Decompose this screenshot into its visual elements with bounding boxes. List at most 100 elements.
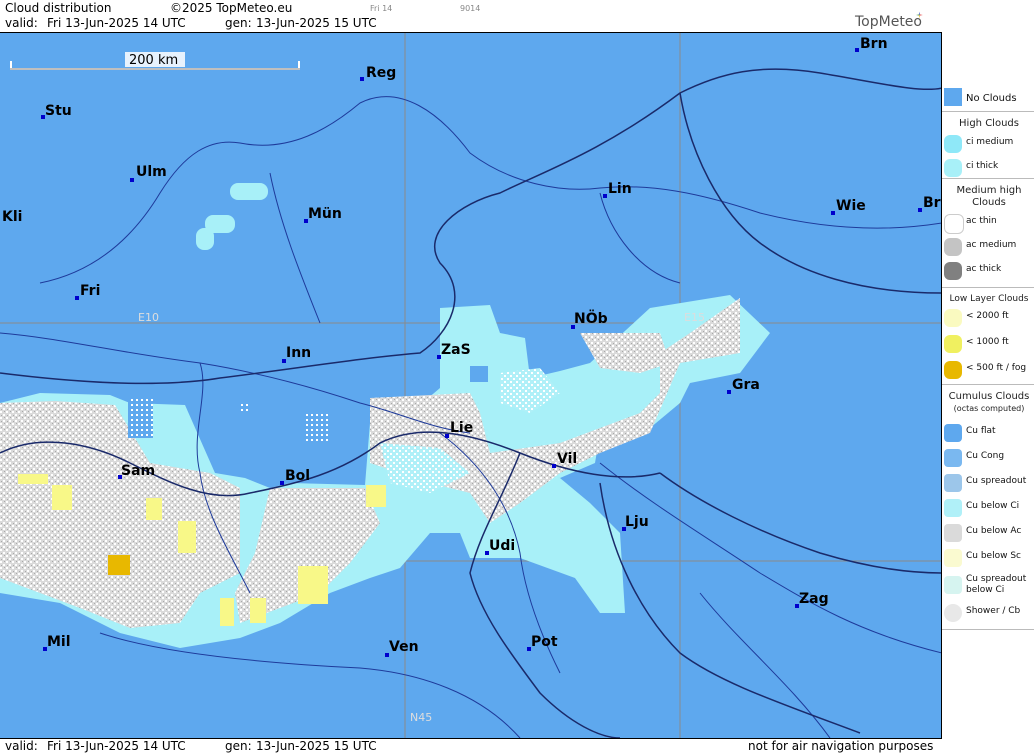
cu-spreadout-label: Cu spreadout — [966, 476, 1027, 486]
gen-value: 13-Jun-2025 15 UTC — [256, 16, 377, 30]
cu-subtitle: (octas computed) — [953, 404, 1025, 413]
footer-valid-label: valid: — [5, 739, 38, 753]
tab-day[interactable]: Fri 14 — [370, 4, 392, 13]
legend-medium: Medium high Clouds ac thin ac medium ac … — [942, 180, 1034, 288]
road-label-e10: E10 — [138, 311, 159, 324]
city-kli[interactable]: Kli — [2, 209, 22, 225]
city-mil[interactable]: Mil — [43, 634, 71, 651]
city-lju[interactable]: Lju — [622, 514, 649, 531]
low-500-label: < 500 ft / fog — [966, 363, 1027, 373]
road-label-e15: E15 — [684, 311, 705, 324]
svg-text:Mil: Mil — [47, 634, 71, 650]
brand-logo-text: TopMeteo — [855, 14, 922, 30]
city-udi[interactable]: Udi — [485, 538, 515, 555]
low-1000-label: < 1000 ft — [966, 337, 1009, 347]
footer-gen-value: 13-Jun-2025 15 UTC — [256, 739, 377, 753]
disclaimer: not for air navigation purposes — [748, 739, 934, 753]
legend-no-clouds: No Clouds — [942, 86, 1034, 112]
low-2000-label: < 2000 ft — [966, 311, 1009, 321]
legend-cu-spreadout-below-ci: Cu spreadout below Ci — [942, 572, 1034, 600]
map-title: Cloud distribution — [5, 1, 112, 15]
svg-text:NÖb: NÖb — [574, 309, 608, 327]
low-1000-swatch — [944, 335, 962, 353]
ac-thin-label: ac thin — [966, 216, 997, 226]
gen-label: gen: — [225, 16, 252, 30]
legend-ac-thick: ac thick — [942, 260, 1034, 282]
cu-spreadout-below-ci-label: Cu spreadout below Ci — [966, 574, 1027, 595]
legend-ac-thin: ac thin — [942, 212, 1034, 234]
legend-cu-spreadout: Cu spreadout — [942, 472, 1034, 494]
ac-medium-swatch — [944, 238, 962, 256]
cu-below-sc-swatch — [944, 549, 962, 567]
legend-cu-flat: Cu flat — [942, 422, 1034, 444]
legend-cu-cong: Cu Cong — [942, 447, 1034, 469]
svg-text:Mün: Mün — [308, 206, 342, 222]
svg-text:Lin: Lin — [608, 181, 632, 197]
city-lie[interactable]: Lie — [445, 420, 473, 438]
compass-logo-icon — [916, 11, 923, 19]
legend-cu-below-ci: Cu below Ci — [942, 497, 1034, 519]
svg-text:Lie: Lie — [450, 420, 473, 436]
svg-text:Br: Br — [923, 195, 941, 211]
cu-below-ac-swatch — [944, 524, 962, 542]
medium-title: Medium high Clouds — [956, 185, 1022, 208]
ac-thick-swatch — [944, 262, 962, 280]
legend-low-500: < 500 ft / fog — [942, 359, 1034, 381]
city-reg[interactable]: Reg — [360, 65, 396, 81]
copyright: ©2025 TopMeteo.eu — [170, 1, 293, 15]
city-lin[interactable]: Lin — [603, 181, 632, 198]
cu-below-ci-label: Cu below Ci — [966, 501, 1020, 511]
legend-shower-cb: Shower / Cb — [942, 602, 1034, 624]
low-500-swatch — [944, 361, 962, 379]
valid-value: Fri 13-Jun-2025 14 UTC — [47, 16, 186, 30]
city-zas[interactable]: ZaS — [437, 342, 471, 359]
city-ven[interactable]: Ven — [385, 639, 419, 657]
cu-flat-swatch — [944, 424, 962, 442]
ci-medium-swatch — [944, 135, 962, 153]
svg-text:Sam: Sam — [121, 463, 155, 479]
low-title: Low Layer Clouds — [949, 294, 1029, 304]
city-stu[interactable]: Stu — [41, 103, 72, 119]
svg-text:Udi: Udi — [489, 538, 515, 554]
legend-ci-medium: ci medium — [942, 133, 1034, 155]
legend-cumulus: Cumulus Clouds (octas computed) Cu flat … — [942, 386, 1034, 630]
cu-title: Cumulus Clouds — [948, 391, 1030, 402]
cloud-map[interactable]: E10 E15 N45 200 km Brn Reg Stu Ulm Lin W… — [0, 33, 942, 738]
cu-below-sc-label: Cu below Sc — [966, 551, 1021, 561]
shower-cb-label: Shower / Cb — [966, 606, 1021, 616]
svg-text:Vil: Vil — [557, 451, 577, 467]
city-wie[interactable]: Wie — [831, 198, 866, 215]
legend-low-1000: < 1000 ft — [942, 333, 1034, 355]
city-zag[interactable]: Zag — [795, 591, 829, 608]
ac-thick-label: ac thick — [966, 264, 1002, 274]
footer-gen-label: gen: — [225, 739, 252, 753]
svg-text:Wie: Wie — [836, 198, 866, 214]
scale-label: 200 km — [129, 53, 178, 68]
legend-ac-medium: ac medium — [942, 236, 1034, 258]
low-2000-swatch — [944, 309, 962, 327]
city-nob[interactable]: NÖb — [571, 309, 608, 329]
city-brn[interactable]: Brn — [855, 36, 888, 52]
legend-high: High Clouds ci medium ci thick — [942, 113, 1034, 179]
ci-medium-label: ci medium — [966, 137, 1014, 147]
svg-text:Gra: Gra — [732, 377, 760, 393]
city-pot[interactable]: Pot — [527, 634, 558, 651]
road-label-n45: N45 — [410, 711, 432, 724]
tab-code[interactable]: 9014 — [460, 4, 480, 13]
svg-text:Reg: Reg — [366, 65, 396, 81]
svg-text:Inn: Inn — [286, 345, 311, 361]
svg-text:Kli: Kli — [2, 209, 22, 225]
ci-thick-label: ci thick — [966, 161, 999, 171]
legend-low: Low Layer Clouds < 2000 ft < 1000 ft < 5… — [942, 289, 1034, 385]
svg-text:Pot: Pot — [531, 634, 558, 650]
cu-below-ac-label: Cu below Ac — [966, 526, 1022, 536]
city-inn[interactable]: Inn — [282, 345, 311, 363]
shower-cb-swatch — [944, 604, 962, 622]
cu-spreadout-swatch — [944, 474, 962, 492]
legend-cu-below-ac: Cu below Ac — [942, 522, 1034, 544]
city-mun[interactable]: Mün — [304, 206, 342, 223]
city-gra[interactable]: Gra — [727, 377, 760, 394]
city-ulm[interactable]: Ulm — [130, 164, 167, 182]
city-bol[interactable]: Bol — [280, 468, 310, 485]
city-sam[interactable]: Sam — [118, 463, 155, 479]
